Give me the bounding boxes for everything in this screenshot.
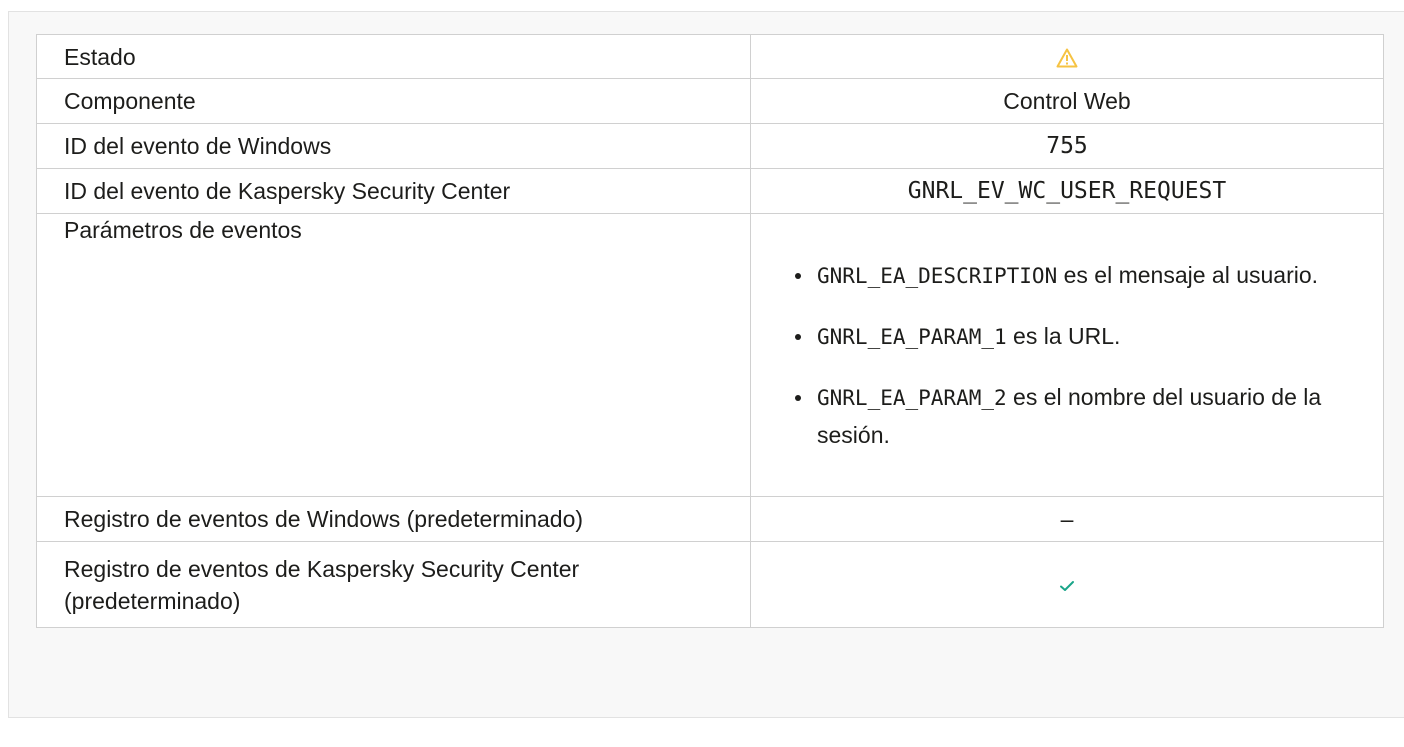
parameters-list: GNRL_EA_DESCRIPTION es el mensaje al usu…	[778, 257, 1356, 454]
checkmark-icon	[1059, 580, 1075, 592]
param-description: es el mensaje al usuario.	[1057, 261, 1319, 288]
event-properties-table: Estado Componente Control Web ID del eve…	[36, 34, 1384, 628]
table-row-windows-event-id: ID del evento de Windows 755	[36, 123, 1384, 169]
dash-icon: –	[1060, 506, 1074, 532]
row-label-windows-log: Registro de eventos de Windows (predeter…	[36, 496, 751, 542]
table-row-event-parameters: Parámetros de eventos GNRL_EA_DESCRIPTIO…	[36, 213, 1384, 497]
row-label-ksc-log: Registro de eventos de Kaspersky Securit…	[36, 541, 751, 628]
row-value-component: Control Web	[750, 78, 1384, 124]
row-value-windows-event-id: 755	[750, 123, 1384, 169]
param-code: GNRL_EA_PARAM_2	[817, 385, 1007, 410]
list-item: GNRL_EA_PARAM_2 es el nombre del usuario…	[795, 379, 1356, 454]
table-row-component: Componente Control Web	[36, 78, 1384, 124]
row-label-status: Estado	[36, 34, 751, 79]
row-value-ksc-event-id: GNRL_EV_WC_USER_REQUEST	[750, 168, 1384, 214]
table-row-ksc-event-id: ID del evento de Kaspersky Security Cent…	[36, 168, 1384, 214]
param-description: es la URL.	[1006, 322, 1121, 349]
table-row-status: Estado	[36, 34, 1384, 79]
row-label-component: Componente	[36, 78, 751, 124]
param-code: GNRL_EA_PARAM_1	[817, 324, 1007, 349]
row-label-windows-event-id: ID del evento de Windows	[36, 123, 751, 169]
table-row-windows-log: Registro de eventos de Windows (predeter…	[36, 496, 1384, 542]
row-value-event-parameters: GNRL_EA_DESCRIPTION es el mensaje al usu…	[750, 213, 1384, 497]
event-parameters-label: Parámetros de eventos	[64, 217, 302, 243]
row-value-status	[750, 34, 1384, 79]
row-label-event-parameters: Parámetros de eventos	[36, 213, 751, 497]
warning-icon	[1056, 48, 1078, 68]
row-value-ksc-log	[750, 541, 1384, 628]
row-label-ksc-event-id: ID del evento de Kaspersky Security Cent…	[36, 168, 751, 214]
param-code: GNRL_EA_DESCRIPTION	[817, 263, 1058, 288]
table-row-ksc-log: Registro de eventos de Kaspersky Securit…	[36, 541, 1384, 628]
list-item: GNRL_EA_PARAM_1 es la URL.	[795, 318, 1356, 356]
list-item: GNRL_EA_DESCRIPTION es el mensaje al usu…	[795, 257, 1356, 295]
row-value-windows-log: –	[750, 496, 1384, 542]
